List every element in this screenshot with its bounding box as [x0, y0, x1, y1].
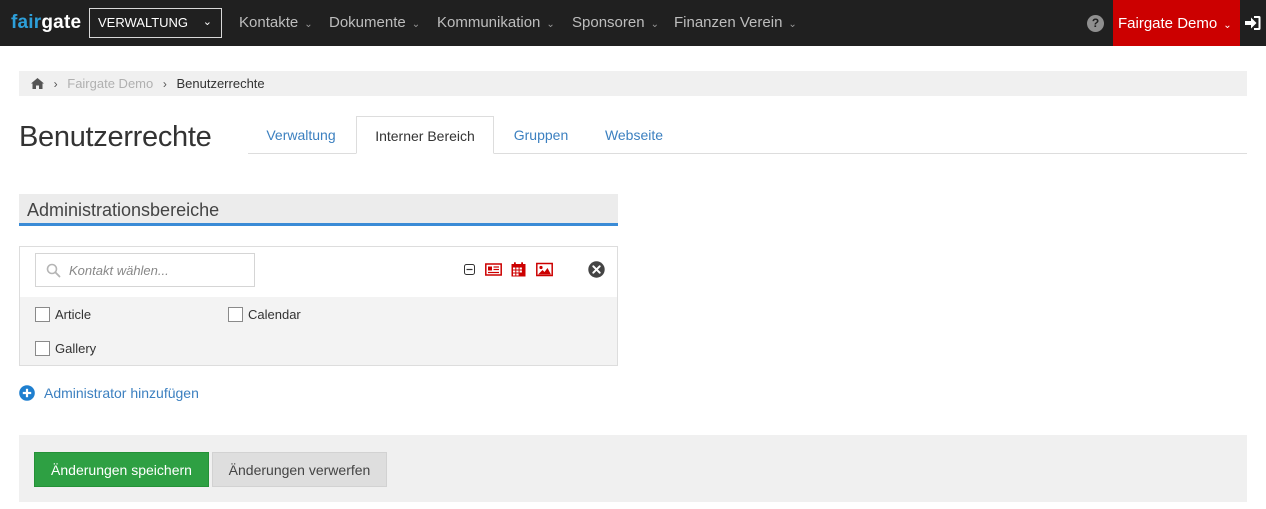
chevron-down-icon: ⌄ [546, 19, 555, 30]
checkbox[interactable] [35, 341, 50, 356]
calendar-icon [511, 262, 526, 277]
contact-search[interactable] [35, 253, 255, 287]
chevron-down-icon: ⌄ [411, 19, 421, 30]
article-icon [485, 263, 502, 276]
logout-icon[interactable] [1244, 14, 1262, 32]
checkbox[interactable] [35, 307, 50, 322]
chevron-down-icon: ⌄ [202, 16, 212, 28]
help-icon[interactable]: ? [1087, 15, 1104, 32]
chevron-right-icon: › [162, 77, 167, 91]
nav-item-kommunikation[interactable]: Kommunikation ⌄ [437, 14, 555, 31]
chevron-down-icon: ⌄ [304, 19, 313, 30]
checkbox-gallery[interactable]: Gallery [35, 341, 96, 356]
checkbox-article[interactable]: Article [35, 307, 91, 322]
contact-search-input[interactable] [69, 259, 249, 281]
nav-item-sponsoren[interactable]: Sponsoren ⌄ [572, 14, 659, 31]
nav-item-kontakte[interactable]: Kontakte ⌄ [239, 14, 313, 31]
plus-circle-icon [19, 385, 35, 401]
breadcrumb-current: Benutzerrechte [176, 76, 265, 91]
tab-webseite[interactable]: Webseite [588, 116, 680, 154]
checkbox-calendar[interactable]: Calendar [228, 307, 301, 322]
admin-row: Article Calendar Gallery [19, 246, 618, 366]
page-title: Benutzerrechte [19, 121, 212, 153]
admin-row-header [20, 247, 617, 297]
chevron-right-icon: › [53, 77, 58, 91]
search-icon [46, 263, 61, 278]
tab-gruppen[interactable]: Gruppen [496, 116, 586, 154]
module-select-label: VERWALTUNG [98, 15, 189, 30]
chevron-down-icon: ⌄ [788, 19, 797, 30]
checkbox[interactable] [228, 307, 243, 322]
nav-item-finanzen-verein[interactable]: Finanzen Verein ⌄ [674, 14, 797, 31]
form-actions-bar: Änderungen speichern Änderungen verwerfe… [19, 435, 1247, 502]
discard-button[interactable]: Änderungen verwerfen [212, 452, 387, 487]
remove-icon[interactable] [588, 261, 605, 278]
breadcrumb-parent[interactable]: Fairgate Demo [67, 76, 153, 91]
user-menu[interactable]: Fairgate Demo ⌄ [1113, 0, 1240, 46]
tab-verwaltung[interactable]: Verwaltung [248, 116, 354, 154]
gallery-icon [536, 262, 553, 277]
top-navbar: fairgate VERWALTUNG ⌄ Kontakte ⌄ Dokument… [0, 0, 1266, 46]
breadcrumb: › Fairgate Demo › Benutzerrechte [19, 71, 1247, 96]
user-menu-label: Fairgate Demo [1118, 15, 1218, 32]
fairgate-logo[interactable]: fairgate [11, 12, 81, 34]
section-header: Administrationsbereiche [19, 194, 618, 226]
save-button[interactable]: Änderungen speichern [34, 452, 209, 487]
tab-interner-bereich[interactable]: Interner Bereich [356, 116, 494, 154]
home-icon[interactable] [31, 78, 44, 89]
chevron-down-icon: ⌄ [650, 19, 659, 30]
nav-item-dokumente[interactable]: Dokumente ⌄ [329, 14, 420, 31]
collapse-icon[interactable] [464, 264, 475, 275]
chevron-down-icon: ⌄ [1223, 20, 1232, 31]
module-select[interactable]: VERWALTUNG ⌄ [89, 8, 222, 38]
add-admin-link[interactable]: Administrator hinzufügen [19, 385, 199, 401]
